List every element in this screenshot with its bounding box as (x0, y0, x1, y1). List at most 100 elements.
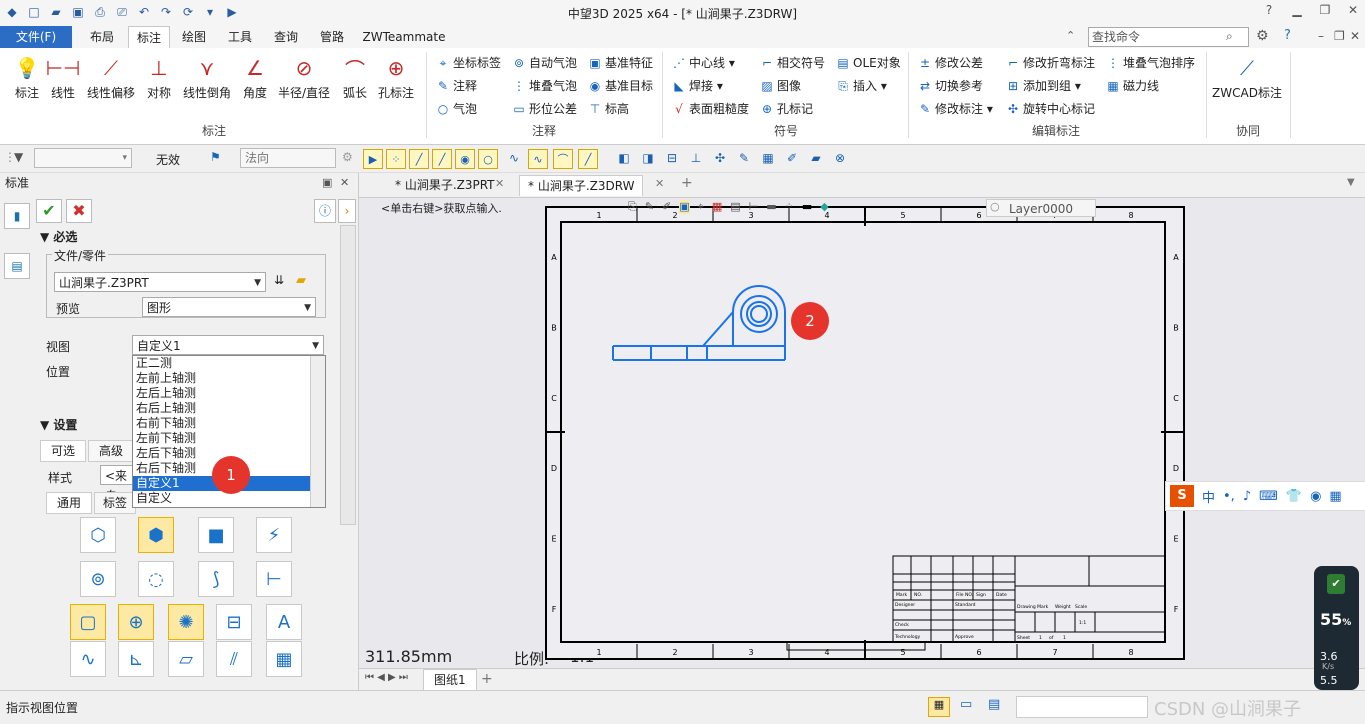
datum-target-button[interactable]: ◉ 基准目标 (588, 77, 653, 95)
magnetic-line-button[interactable]: ▦ 磁力线 (1106, 77, 1159, 95)
skin-icon[interactable]: 👕 (1286, 489, 1302, 504)
status-input[interactable] (1016, 696, 1148, 718)
view-align-icon[interactable]: ⊟ (664, 150, 680, 166)
folder-icon[interactable]: ▰ (296, 273, 306, 288)
sheet-tab[interactable]: 图纸1 (423, 669, 477, 691)
restore-icon[interactable]: ❐ (1317, 3, 1333, 17)
snap-grid-icon[interactable]: ⁘ (386, 149, 406, 169)
float-snap-icon[interactable]: ⌖ (698, 200, 704, 214)
punctuation-icon[interactable]: •, (1223, 489, 1235, 504)
view-center-mark-icon[interactable]: ⊕ (118, 604, 154, 640)
snap-spline-icon[interactable]: ∿ (528, 149, 548, 169)
symmetric-button[interactable]: ⊥ 对称 (142, 54, 176, 101)
tab-draw[interactable]: 绘图 (174, 26, 214, 48)
tab-advanced[interactable]: 高级 (88, 440, 134, 462)
minimize-icon[interactable]: ▁ (1289, 3, 1305, 17)
view-cube-icon[interactable]: ◧ (616, 150, 632, 166)
view-option[interactable]: 左前下轴测 (133, 431, 325, 446)
note-button[interactable]: ✎ 注释 (436, 77, 477, 95)
view-option[interactable]: 左后上轴测 (133, 386, 325, 401)
snap-center-icon[interactable]: ◉ (455, 149, 475, 169)
panel-scrollbar[interactable] (340, 225, 356, 525)
tab-optional[interactable]: 可选 (40, 440, 86, 462)
float-copy-icon[interactable]: ⎘ (628, 200, 637, 214)
linear-button[interactable]: ⊢⊣ 线性 (46, 54, 81, 101)
modify-bend-dimension-button[interactable]: ⌐ 修改折弯标注 (1006, 54, 1095, 72)
doc-minimize-icon[interactable]: – (1318, 29, 1324, 43)
drawing-sheet[interactable]: 1122334455667788 AABBCCDDEEFF (545, 206, 1185, 660)
panel-close-icon[interactable]: ✕ (340, 176, 349, 189)
view-front-icon[interactable]: ◨ (640, 150, 656, 166)
doc-tab-drawing[interactable]: * 山涧果子.Z3DRW (519, 175, 644, 196)
settings-small-icon[interactable]: ⚙ (342, 150, 353, 164)
view-brush-icon[interactable]: ✎ (736, 150, 752, 166)
search-icon[interactable]: ⌕ (1226, 29, 1233, 44)
doc-tab-close-icon[interactable]: ✕ (655, 177, 664, 190)
tab-layout[interactable]: 布局 (80, 26, 124, 48)
float-pen-icon[interactable]: ✎ (645, 200, 654, 214)
tab-piping[interactable]: 管路 (312, 26, 352, 48)
pick-filter-icon[interactable]: ⚑ (210, 150, 221, 164)
linear-chamfer-button[interactable]: ⋎ 线性倒角 (180, 54, 234, 101)
network-speed-widget[interactable]: ✔ 55% 3.6 K/s 5.5 (1314, 566, 1359, 690)
file-select[interactable]: 山涧果子.Z3PRT ▼ (54, 272, 266, 292)
view-thread-icon[interactable]: ⟆ (198, 561, 234, 597)
close-icon[interactable]: ✕ (1345, 3, 1361, 17)
file-menu[interactable]: 文件(F) (0, 26, 72, 48)
weld-button[interactable]: ◣ 焊接 ▾ (672, 77, 722, 95)
view-shaded-icon[interactable]: ■ (198, 517, 234, 553)
view-curve-icon[interactable]: ∿ (70, 641, 106, 677)
status-monitor-icon[interactable]: ▭ (960, 697, 972, 712)
float-layer-stack-icon[interactable]: ▬ (766, 200, 776, 214)
snap-midpoint-icon[interactable]: ╱ (432, 149, 452, 169)
stacked-balloon-sort-button[interactable]: ⋮ 堆叠气泡排序 (1106, 54, 1195, 72)
hole-mark-button[interactable]: ⊕ 孔标记 (760, 100, 813, 118)
confirm-button[interactable]: ✔ (36, 199, 62, 223)
command-search-input[interactable]: 查找命令 (1088, 27, 1249, 47)
stacked-balloon-button[interactable]: ⋮ 堆叠气泡 (512, 77, 577, 95)
panel-side-tab-view[interactable]: ▤ (4, 253, 30, 279)
float-pattern-icon[interactable]: ⁘ (785, 200, 794, 214)
view-box-icon[interactable]: ▢ (70, 604, 106, 640)
view-plane-icon[interactable]: ▱ (168, 641, 204, 677)
view-paint-icon[interactable]: ✐ (784, 150, 800, 166)
view-option[interactable]: 左前上轴测 (133, 371, 325, 386)
status-list-icon[interactable]: ▤ (988, 697, 1000, 712)
subtab-label[interactable]: 标签 (94, 492, 136, 514)
view-lightning-icon[interactable]: ⚡ (256, 517, 292, 553)
view-tangent-icon[interactable]: ◌ (138, 561, 174, 597)
arc-length-button[interactable]: ⌒ 弧长 (338, 54, 372, 101)
layer-select[interactable]: Layer0000 (986, 199, 1096, 217)
normal-combo[interactable]: 法向 (240, 148, 336, 168)
tab-dimension[interactable]: 标注 (128, 26, 170, 49)
snap-tangent-icon[interactable]: ╱ (578, 149, 598, 169)
float-measure-icon[interactable]: ▤ (730, 200, 740, 214)
float-grid-icon[interactable]: ▦ (712, 200, 722, 214)
subtab-general[interactable]: 通用 (46, 492, 92, 514)
help-icon[interactable]: ? (1261, 3, 1277, 17)
float-view-icon[interactable]: ▣ (679, 200, 690, 214)
view-hidden-line-icon[interactable]: ⬢ (138, 517, 174, 553)
add-sheet-icon[interactable]: + (481, 671, 493, 687)
view-axis-icon[interactable]: ⊾ (118, 641, 154, 677)
snap-arc-icon[interactable]: ⌒ (553, 149, 573, 169)
insert-button[interactable]: ⎘ 插入 ▾ (836, 77, 887, 95)
dimension-button[interactable]: 💡 标注 (8, 54, 46, 101)
status-grid-icon[interactable]: ▦ (928, 697, 950, 717)
add-to-group-button[interactable]: ⊞ 添加到组 ▾ (1006, 77, 1081, 95)
coordinate-label-button[interactable]: ⌖ 坐标标签 (436, 54, 501, 72)
doc-restore-icon[interactable]: ❐ (1334, 29, 1345, 43)
rotate-center-mark-button[interactable]: ✣ 旋转中心标记 (1006, 100, 1095, 118)
filter-combo[interactable]: ▾ (34, 148, 132, 168)
view-cylinder-icon[interactable]: ⊚ (80, 561, 116, 597)
surface-roughness-button[interactable]: √ 表面粗糙度 (672, 100, 749, 118)
sogou-logo-icon[interactable]: S (1170, 485, 1194, 507)
linear-offset-button[interactable]: ⟋ 线性偏移 (84, 54, 138, 101)
info-button[interactable]: ⓘ (314, 199, 336, 223)
image-button[interactable]: ▨ 图像 (760, 77, 801, 95)
filter-icon[interactable]: ▼ (14, 150, 23, 164)
gear-icon[interactable]: ⚙ (1256, 28, 1269, 44)
gdt-button[interactable]: ▭ 形位公差 (512, 100, 577, 118)
float-dimension-icon[interactable]: ⊢ (749, 200, 759, 214)
float-line-weight-icon[interactable]: ▬ (802, 200, 812, 214)
